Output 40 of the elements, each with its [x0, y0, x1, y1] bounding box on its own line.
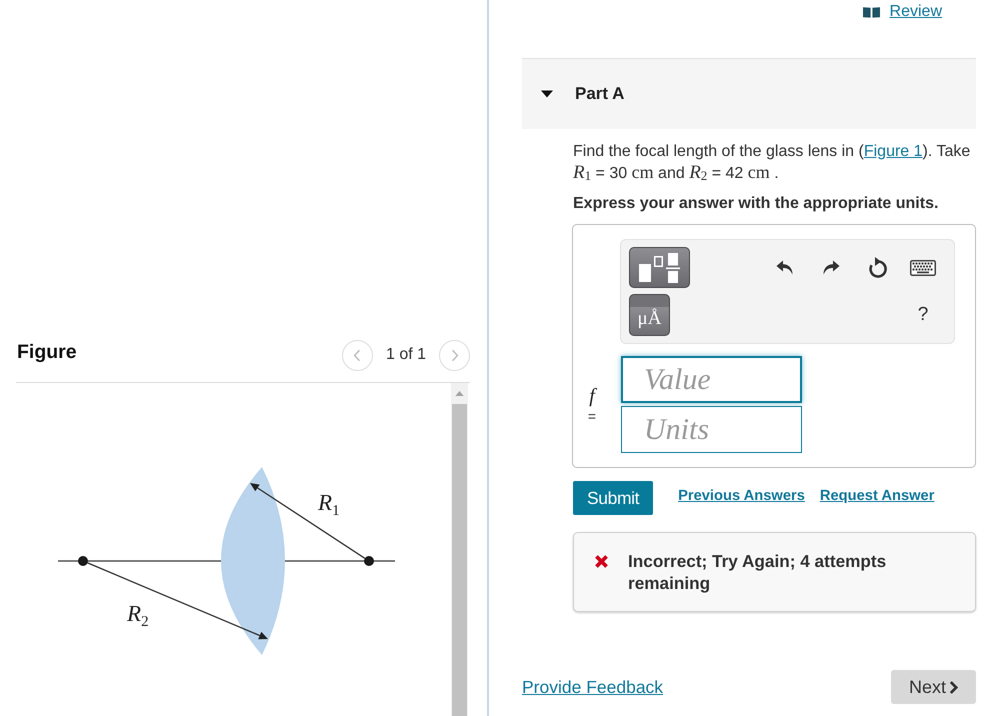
reset-icon — [867, 256, 887, 278]
keyboard-button[interactable] — [910, 260, 936, 276]
answer-variable: f — [589, 386, 595, 406]
center-dot-icon — [78, 556, 88, 566]
center-dot-icon — [364, 556, 374, 566]
provide-feedback-link[interactable]: Provide Feedback — [522, 676, 664, 698]
chevron-left-icon — [353, 348, 362, 362]
figure-page-counter: 1 of 1 — [386, 346, 426, 364]
answer-action-link[interactable]: Previous Answers — [678, 488, 805, 504]
redo-icon — [822, 260, 840, 276]
instruction-text: Express your answer with the appropriate units. — [573, 194, 940, 214]
scrollbar-thumb[interactable] — [452, 404, 467, 716]
figure-title: Figure — [17, 340, 77, 364]
answer-input-field[interactable]: Value — [621, 356, 802, 403]
answer-input-field[interactable]: Units — [621, 406, 802, 453]
question-text: Find the focal length of the glass lens in (Figure 1). Take R$_{1}$ = 30 cm and R$_{2}$ = 42 cm . — [573, 142, 972, 184]
undo-icon — [776, 260, 794, 276]
radius-label: R$_{2}$ — [127, 601, 149, 630]
square-template-icon — [638, 252, 682, 282]
undo-button[interactable] — [776, 260, 794, 276]
submit-button[interactable]: Submit — [573, 481, 654, 515]
chevron-right-icon — [450, 348, 458, 362]
reset-button[interactable] — [867, 256, 887, 278]
answer-action-link[interactable]: Request Answer — [820, 488, 934, 504]
radius-label: R$_{1}$ — [318, 490, 340, 519]
part-header[interactable]: Part A — [522, 58, 976, 129]
next-button[interactable]: Next — [891, 670, 976, 704]
units-button[interactable]: μÅ — [629, 294, 670, 336]
book-icon — [862, 6, 880, 18]
keyboard-icon — [910, 260, 936, 276]
figure-link[interactable]: Figure 1 — [864, 143, 923, 160]
cross-icon — [593, 553, 610, 570]
feedback-message: Incorrect; Try Again; 4 attempts remaining — [628, 550, 888, 594]
help-button[interactable]: ? — [918, 304, 928, 326]
review-link[interactable]: Review — [862, 3, 942, 21]
template-button[interactable] — [629, 247, 690, 288]
equals-sign: = — [588, 409, 596, 423]
part-title: Part A — [575, 84, 624, 104]
redo-button[interactable] — [822, 260, 840, 276]
chevron-right-icon — [949, 680, 958, 694]
